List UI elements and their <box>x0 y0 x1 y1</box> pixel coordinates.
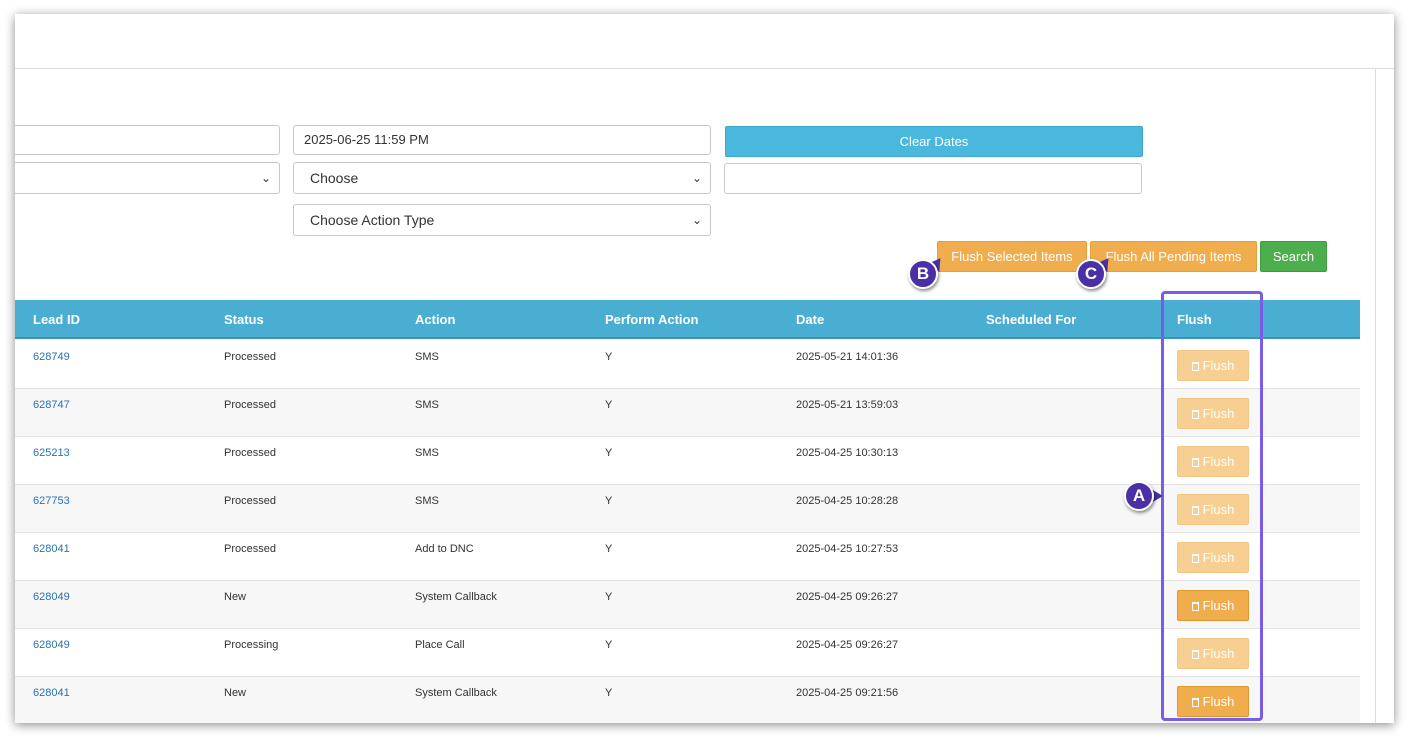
cell-date: 2025-04-25 10:27:53 <box>796 543 899 555</box>
annotation-b-label: B <box>908 259 938 289</box>
cell-lead-id[interactable]: 627753 <box>33 495 70 507</box>
end-date-input[interactable]: 2025-06-25 11:59 PM <box>293 125 711 155</box>
header-scheduled-for[interactable]: Scheduled For <box>986 300 1076 339</box>
table-row: 625213 Processed SMS Y 2025-04-25 10:30:13 Fl… <box>15 437 1360 485</box>
header-perform-action[interactable]: Perform Action <box>605 300 698 339</box>
table-row: 628049 New System Callback Y 2025-04-25 09:2… <box>15 581 1360 629</box>
panel-border <box>1375 69 1376 723</box>
cell-perform-action: Y <box>605 399 613 411</box>
cell-date: 2025-04-25 10:30:13 <box>796 447 899 459</box>
action-type-select-value: Choose Action Type <box>310 212 435 228</box>
table-row: 627753 Processed SMS Y 2025-04-25 10:28:28 Fl… <box>15 485 1360 533</box>
flush-button-label: Flush <box>1202 406 1235 421</box>
cell-status: Processed <box>224 495 276 507</box>
table-header: Lead ID Status Action Perform Action Dat… <box>15 300 1360 339</box>
header-flush: Flush <box>1177 312 1212 327</box>
filter-select-left[interactable]: ⌄ <box>15 162 280 194</box>
choose-select[interactable]: Choose ⌄ <box>293 162 711 194</box>
header-action[interactable]: Action <box>415 300 455 339</box>
flush-button[interactable]: Flush <box>1177 398 1249 429</box>
flush-selected-button[interactable]: Flush Selected Items <box>937 241 1087 272</box>
cell-action: Add to DNC <box>415 543 474 555</box>
flush-all-pending-button[interactable]: Flush All Pending Items <box>1090 241 1257 272</box>
cell-action: SMS <box>415 495 439 507</box>
action-type-select[interactable]: Choose Action Type ⌄ <box>293 204 711 236</box>
cell-lead-id[interactable]: 625213 <box>33 447 70 459</box>
chevron-down-icon: ⌄ <box>260 171 271 185</box>
trash-icon <box>1191 506 1199 515</box>
cell-action: System Callback <box>415 591 497 603</box>
cell-action: SMS <box>415 351 439 363</box>
cell-date: 2025-04-25 09:26:27 <box>796 639 899 651</box>
trash-icon <box>1191 362 1199 371</box>
cell-status: New <box>224 687 247 699</box>
trash-icon <box>1191 410 1199 419</box>
cell-perform-action: Y <box>605 591 613 603</box>
table-row: 628049 Processing Place Call Y 2025-04-25 09… <box>15 629 1360 677</box>
cell-date: 2025-05-21 14:01:36 <box>796 351 899 363</box>
clear-dates-button[interactable]: Clear Dates <box>725 126 1143 157</box>
cell-action: SMS <box>415 447 439 459</box>
flush-button[interactable]: Flush <box>1177 446 1249 477</box>
cell-date: 2025-04-25 10:28:28 <box>796 495 899 507</box>
flush-button-label: Flush <box>1202 550 1235 565</box>
flush-button-label: Flush <box>1202 694 1235 709</box>
text-search-input[interactable] <box>724 163 1142 194</box>
cell-status: Processed <box>224 447 276 459</box>
cell-lead-id[interactable]: 628749 <box>33 351 70 363</box>
screenshot-frame: 2025-06-25 11:59 PM Clear Dates ⌄ Choose… <box>15 14 1394 723</box>
chevron-down-icon: ⌄ <box>691 171 702 185</box>
cell-date: 2025-04-25 09:21:56 <box>796 687 899 699</box>
cell-lead-id[interactable]: 628049 <box>33 591 70 603</box>
flush-button-label: Flush <box>1202 454 1235 469</box>
header-date[interactable]: Date <box>796 300 824 339</box>
header-status[interactable]: Status <box>224 300 264 339</box>
flush-button-label: Flush <box>1202 598 1235 613</box>
cell-status: Processed <box>224 543 276 555</box>
cell-status: New <box>224 591 247 603</box>
table-row: 628041 New System Callback Y 2025-04-25 09:2… <box>15 677 1360 723</box>
table-row: 628749 Processed SMS Y 2025-05-21 14:01:36 Fl… <box>15 341 1360 389</box>
flush-button-label: Flush <box>1202 646 1235 661</box>
cell-perform-action: Y <box>605 543 613 555</box>
flush-button-label: Flush <box>1202 502 1235 517</box>
flush-button[interactable]: Flush <box>1177 590 1249 621</box>
trash-icon <box>1191 698 1199 707</box>
flush-button[interactable]: Flush <box>1177 686 1249 717</box>
cell-perform-action: Y <box>605 495 613 507</box>
cell-perform-action: Y <box>605 351 613 363</box>
cell-lead-id[interactable]: 628041 <box>33 687 70 699</box>
cell-date: 2025-05-21 13:59:03 <box>796 399 899 411</box>
trash-icon <box>1191 458 1199 467</box>
flush-button[interactable]: Flush <box>1177 494 1249 525</box>
cell-perform-action: Y <box>605 639 613 651</box>
table-row: 628747 Processed SMS Y 2025-05-21 13:59:03 Fl… <box>15 389 1360 437</box>
flush-button[interactable]: Flush <box>1177 350 1249 381</box>
flush-button-label: Flush <box>1202 358 1235 373</box>
cell-status: Processed <box>224 351 276 363</box>
trash-icon <box>1191 602 1199 611</box>
cell-action: System Callback <box>415 687 497 699</box>
cell-perform-action: Y <box>605 447 613 459</box>
flush-button[interactable]: Flush <box>1177 638 1249 669</box>
cell-lead-id[interactable]: 628049 <box>33 639 70 651</box>
chevron-down-icon: ⌄ <box>691 213 702 227</box>
choose-select-value: Choose <box>310 170 359 186</box>
table-row: 628041 Processed Add to DNC Y 2025-04-25 10:… <box>15 533 1360 581</box>
cell-lead-id[interactable]: 628041 <box>33 543 70 555</box>
flush-button[interactable]: Flush <box>1177 542 1249 573</box>
cell-date: 2025-04-25 09:26:27 <box>796 591 899 603</box>
trash-icon <box>1191 554 1199 563</box>
cell-status: Processed <box>224 399 276 411</box>
cell-action: Place Call <box>415 639 465 651</box>
cell-perform-action: Y <box>605 687 613 699</box>
cell-status: Processing <box>224 639 279 651</box>
header-lead-id[interactable]: Lead ID <box>33 300 80 339</box>
trash-icon <box>1191 650 1199 659</box>
cell-lead-id[interactable]: 628747 <box>33 399 70 411</box>
search-button[interactable]: Search <box>1260 241 1327 272</box>
top-bar <box>15 14 1394 69</box>
start-date-input[interactable] <box>15 125 280 155</box>
cell-action: SMS <box>415 399 439 411</box>
